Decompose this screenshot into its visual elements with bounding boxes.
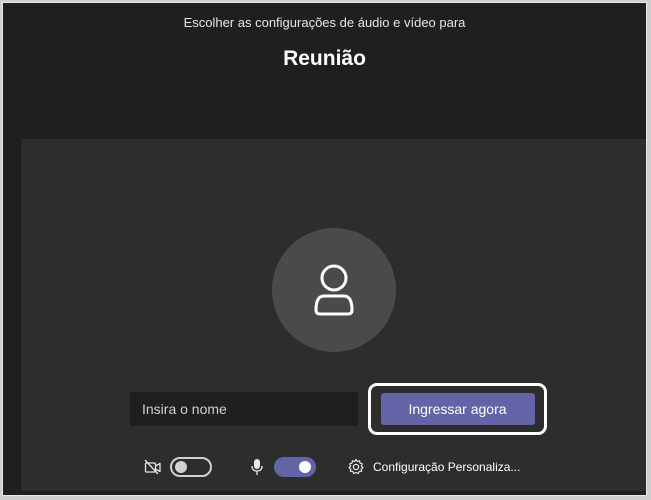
gear-icon [348, 458, 364, 475]
video-preview: Ingressar agora [21, 139, 646, 491]
microphone-toggle[interactable] [274, 457, 316, 477]
join-now-button[interactable]: Ingressar agora [380, 393, 535, 425]
toggle-knob [175, 461, 187, 473]
avatar [272, 228, 396, 352]
join-button-highlight: Ingressar agora [368, 383, 547, 435]
camera-toggle[interactable] [170, 457, 212, 477]
microphone-control [250, 457, 316, 477]
toggle-knob [299, 461, 311, 473]
page-subtitle: Escolher as configurações de áudio e víd… [183, 15, 466, 30]
name-input[interactable] [130, 392, 358, 426]
device-controls: Configuração Personaliza... [21, 455, 646, 481]
camera-off-icon [144, 459, 161, 475]
person-icon [314, 264, 354, 316]
page-title: Reunião [283, 47, 366, 70]
pre-join-window: Escolher as configurações de áudio e víd… [2, 2, 647, 496]
audio-settings-label: Configuração Personaliza... [373, 460, 521, 474]
microphone-icon [251, 459, 263, 475]
audio-settings-control[interactable]: Configuração Personaliza... [347, 457, 520, 477]
camera-control [144, 457, 212, 477]
